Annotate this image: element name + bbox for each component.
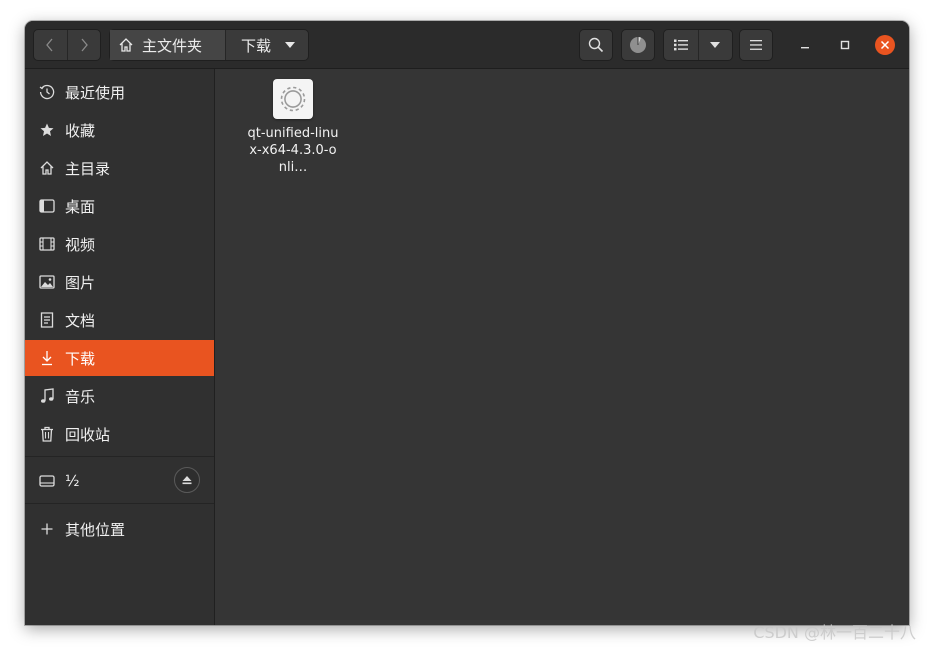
file-item[interactable]: qt-unified-linux-x64-4.3.0-onli… (247, 79, 339, 176)
sidebar-item-label: ½ (65, 472, 80, 490)
eject-icon (182, 476, 192, 485)
path-home-button[interactable]: 主文件夹 (110, 30, 226, 60)
chevron-right-icon (81, 38, 88, 52)
sidebar-item-trash[interactable]: 回收站 (25, 416, 214, 452)
hamburger-menu-icon (750, 40, 762, 50)
sidebar-item-label: 最近使用 (65, 83, 126, 102)
music-icon (39, 388, 55, 404)
download-icon (39, 350, 55, 366)
star-icon (39, 122, 55, 138)
caret-down-icon (710, 42, 721, 48)
sidebar-item-starred[interactable]: 收藏 (25, 112, 214, 148)
search-icon (588, 37, 604, 53)
maximize-icon (840, 40, 850, 50)
home-icon (39, 160, 55, 176)
sidebar-item-documents[interactable]: 文档 (25, 302, 214, 338)
minimize-button[interactable] (795, 35, 815, 55)
sidebar-item-label: 主目录 (65, 159, 111, 178)
sidebar-separator (25, 503, 214, 504)
sidebar-item-label: 视频 (65, 235, 96, 254)
eject-button[interactable] (174, 467, 200, 493)
sidebar-item-label: 回收站 (65, 425, 111, 444)
nav-button-group (33, 29, 101, 61)
sidebar-item-label: 图片 (65, 273, 96, 292)
close-button[interactable] (875, 35, 895, 55)
chevron-left-icon (46, 38, 53, 52)
file-manager-window: 主文件夹 下载 最近使用 收藏 主目录 桌面 视频 图片 文档 下载 音乐 回收… (25, 21, 909, 625)
main-menu-button[interactable] (739, 29, 773, 61)
list-view-icon (673, 39, 688, 51)
desktop-icon (39, 198, 55, 214)
path-current-button[interactable]: 下载 (226, 30, 308, 60)
sidebar-item-music[interactable]: 音乐 (25, 378, 214, 414)
list-view-button[interactable] (664, 30, 698, 60)
path-bar: 主文件夹 下载 (109, 29, 309, 61)
drive-icon (39, 473, 55, 489)
film-icon (39, 236, 55, 252)
trash-icon (39, 426, 55, 442)
plus-icon (39, 521, 55, 537)
executable-gear-icon (273, 79, 313, 119)
forward-button[interactable] (66, 30, 101, 60)
file-name: qt-unified-linux-x64-4.3.0-onli… (247, 126, 339, 175)
sidebar-item-label: 其他位置 (65, 520, 126, 539)
watermark: CSDN @林一百二十八 (753, 623, 916, 642)
sidebar-item-videos[interactable]: 视频 (25, 226, 214, 262)
sidebar-item-device[interactable]: ½ (25, 463, 214, 499)
path-current-label: 下载 (241, 36, 272, 55)
minimize-icon (801, 47, 809, 49)
header-bar: 主文件夹 下载 (25, 21, 909, 69)
back-button[interactable] (34, 30, 67, 60)
file-view[interactable]: qt-unified-linux-x64-4.3.0-onli… (215, 69, 909, 625)
view-options-button[interactable] (697, 30, 733, 60)
caret-down-icon (285, 42, 296, 48)
progress-pie-icon (630, 37, 646, 53)
maximize-button[interactable] (835, 35, 855, 55)
sidebar-separator (25, 456, 214, 457)
sidebar-item-label: 桌面 (65, 197, 96, 216)
image-icon (39, 274, 55, 290)
sidebar-item-label: 文档 (65, 311, 96, 330)
sidebar-item-pictures[interactable]: 图片 (25, 264, 214, 300)
sidebar-item-recent[interactable]: 最近使用 (25, 74, 214, 110)
home-icon (119, 38, 133, 52)
sidebar-item-home[interactable]: 主目录 (25, 150, 214, 186)
sidebar-item-downloads[interactable]: 下载 (25, 340, 214, 376)
document-icon (39, 312, 55, 328)
path-home-label: 主文件夹 (142, 36, 203, 55)
clock-icon (39, 84, 55, 100)
sidebar-item-label: 收藏 (65, 121, 96, 140)
sidebar-item-label: 音乐 (65, 387, 96, 406)
sidebar-item-desktop[interactable]: 桌面 (25, 188, 214, 224)
search-button[interactable] (579, 29, 613, 61)
view-toggle-group (663, 29, 733, 61)
sidebar: 最近使用 收藏 主目录 桌面 视频 图片 文档 下载 音乐 回收站 ½ 其他位置 (25, 69, 215, 625)
close-icon (880, 40, 890, 50)
sidebar-item-label: 下载 (65, 349, 96, 368)
operations-button[interactable] (621, 29, 655, 61)
sidebar-item-other-locations[interactable]: 其他位置 (25, 511, 214, 547)
